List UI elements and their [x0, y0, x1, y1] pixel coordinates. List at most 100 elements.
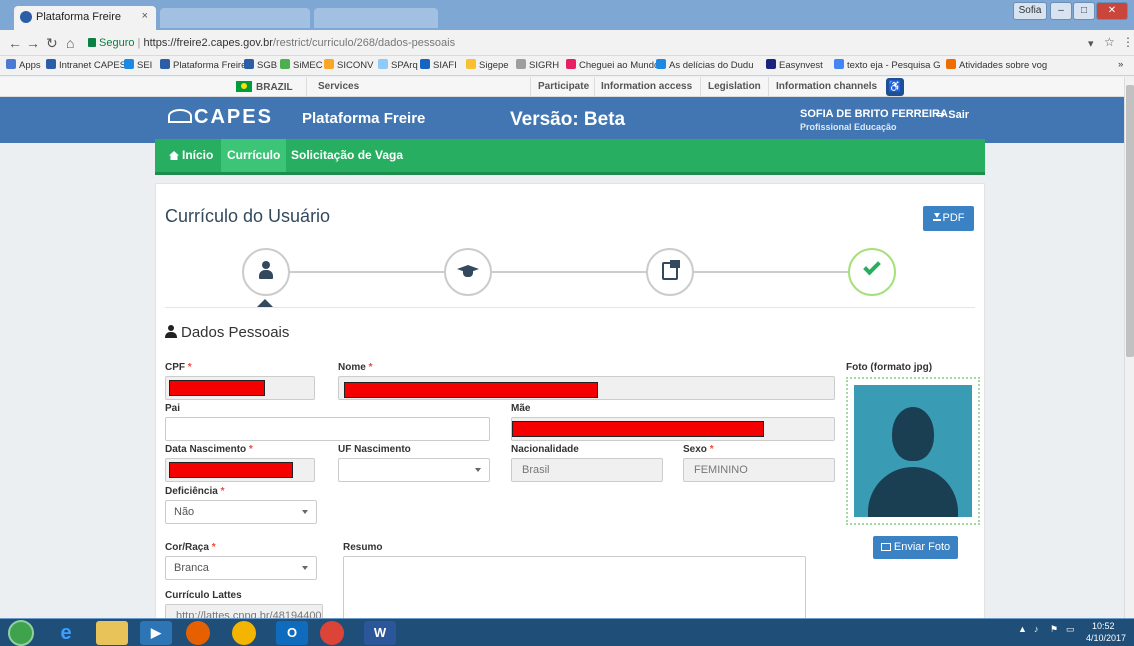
firefox-icon[interactable]	[186, 621, 210, 645]
bookmark-sigepe[interactable]: Sigepe	[466, 59, 509, 71]
bookmark-siafi[interactable]: SIAFI	[420, 59, 457, 71]
gov-legislation[interactable]: Legislation	[708, 81, 761, 92]
bookmark-star-icon[interactable]: ☆	[1104, 35, 1115, 49]
browser-tab-3[interactable]	[314, 8, 438, 28]
redaction-mark	[169, 380, 265, 396]
forward-icon[interactable]: →	[26, 35, 40, 51]
browser-tab-2[interactable]	[160, 8, 310, 28]
step-concluir[interactable]	[848, 248, 896, 296]
url-input[interactable]: Seguro | https://freire2.capes.gov.br/re…	[88, 33, 1078, 53]
nav-curriculo[interactable]: Currículo	[221, 139, 287, 172]
gov-participate[interactable]: Participate	[538, 81, 589, 92]
clock-date[interactable]: 4/10/2017	[1086, 633, 1126, 643]
bookmark-sigrh[interactable]: SIGRH	[516, 59, 559, 71]
bookmark-easynvest[interactable]: Easynvest	[766, 59, 823, 71]
scroll-thumb[interactable]	[1126, 85, 1134, 357]
step-connector	[492, 271, 648, 273]
avatar-silhouette-icon	[892, 407, 934, 461]
step-formacao[interactable]	[444, 248, 492, 296]
deficiencia-select[interactable]: Não	[165, 500, 317, 524]
minimize-icon[interactable]: –	[1050, 2, 1072, 20]
bookmark-texto-eja[interactable]: texto eja - Pesquisa G	[834, 59, 940, 71]
logout-button[interactable]: ⇨ Sair	[936, 108, 969, 121]
bookmark-sei[interactable]: SEI	[124, 59, 152, 71]
volume-icon[interactable]: ♪	[1034, 624, 1039, 634]
lattes-label: Currículo Lattes	[165, 590, 242, 601]
enviar-foto-button[interactable]: Enviar Foto	[873, 536, 958, 559]
gov-services[interactable]: Services	[318, 81, 359, 92]
sgb-bookmark-icon	[244, 59, 254, 69]
lock-icon	[88, 38, 96, 47]
google-bookmark-icon	[834, 59, 844, 69]
bookmark-atividades[interactable]: Atividades sobre vog	[946, 59, 1047, 71]
cheguei-bookmark-icon	[566, 59, 576, 69]
bookmark-cheguei[interactable]: Cheguei ao Mundo	[566, 59, 659, 71]
gov-information-channels[interactable]: Information channels	[776, 81, 877, 92]
chrome-active-icon[interactable]	[320, 621, 344, 645]
bookmark-simec[interactable]: SiMEC	[280, 59, 323, 71]
step-dados-pessoais[interactable]	[242, 248, 290, 296]
pai-label: Pai	[165, 403, 181, 414]
gov-information-access[interactable]: Information access	[601, 81, 692, 92]
capes-logo[interactable]: CAPES	[168, 106, 273, 129]
gov-country[interactable]: BRAZIL	[236, 81, 293, 93]
lattes-field[interactable]: http://lattes.cnpq.br/481944003	[165, 604, 323, 618]
home-icon[interactable]: ⌂	[66, 35, 74, 51]
step-experiencia[interactable]	[646, 248, 694, 296]
tab-close-icon[interactable]: ×	[142, 10, 148, 22]
window-close-icon[interactable]: ✕	[1096, 2, 1128, 20]
download-icon	[932, 213, 941, 221]
explorer-icon[interactable]	[96, 621, 128, 645]
chrome-icon[interactable]	[232, 621, 256, 645]
tab-title: Plataforma Freire	[36, 11, 121, 23]
nav-inicio[interactable]: Início	[163, 139, 219, 172]
network-icon[interactable]: ▭	[1066, 624, 1075, 635]
start-button-icon[interactable]	[8, 620, 34, 646]
pdf-button[interactable]: PDF	[923, 206, 974, 231]
clock-time[interactable]: 10:52	[1092, 621, 1115, 631]
more-bookmarks-icon[interactable]: »	[1118, 59, 1123, 70]
nav-solicitacao-vaga[interactable]: Solicitação de Vaga	[285, 139, 409, 172]
media-player-icon[interactable]: ▶	[140, 621, 172, 645]
reload-icon[interactable]: ↻	[46, 35, 58, 52]
cpf-label: CPF *	[165, 362, 192, 373]
divider	[165, 307, 975, 308]
extension-icon[interactable]: ▾	[1088, 37, 1094, 50]
maximize-icon[interactable]: □	[1073, 2, 1095, 20]
bookmark-dudu[interactable]: As delícias do Dudu	[656, 59, 754, 71]
taskbar: e ▶ O W ▲ ♪ ⚑ ▭ 10:52 4/10/2017	[0, 618, 1134, 646]
word-icon[interactable]: W	[364, 621, 396, 645]
sigrh-bookmark-icon	[516, 59, 526, 69]
browser-tab-active[interactable]: Plataforma Freire ×	[14, 6, 156, 30]
secure-label: Seguro	[99, 37, 135, 49]
bookmark-plataforma[interactable]: Plataforma Freire	[160, 59, 246, 71]
bookmark-apps[interactable]: Apps	[6, 59, 41, 71]
apps-grid-icon	[6, 59, 16, 69]
bookmark-intranet[interactable]: Intranet CAPES	[46, 59, 126, 71]
tray-arrow-icon[interactable]: ▲	[1018, 624, 1027, 634]
nacionalidade-label: Nacionalidade	[511, 444, 579, 455]
resumo-textarea[interactable]	[343, 556, 806, 618]
accessibility-icon[interactable]: ♿	[886, 78, 904, 96]
nacionalidade-field[interactable]: Brasil	[511, 458, 663, 482]
flag-icon[interactable]: ⚑	[1050, 624, 1058, 635]
chevron-down-icon	[302, 566, 308, 570]
bookmark-sgb[interactable]: SGB	[244, 59, 277, 71]
back-icon[interactable]: ←	[8, 35, 22, 51]
bookmark-sparq[interactable]: SPArq	[378, 59, 418, 71]
photo-label: Foto (formato jpg)	[846, 362, 933, 373]
sexo-field[interactable]: FEMININO	[683, 458, 835, 482]
siafi-bookmark-icon	[420, 59, 430, 69]
outlook-icon[interactable]: O	[276, 621, 308, 645]
ie-icon[interactable]: e	[50, 621, 82, 645]
menu-icon[interactable]: ⋮	[1122, 35, 1134, 49]
home-nav-icon	[169, 151, 179, 160]
cor-select[interactable]: Branca	[165, 556, 317, 580]
uf-select[interactable]	[338, 458, 490, 482]
page-scrollbar[interactable]	[1124, 77, 1134, 618]
deficiencia-label: Deficiência *	[165, 486, 225, 497]
plataforma-bookmark-icon	[160, 59, 170, 69]
pai-field[interactable]	[165, 417, 490, 441]
window-user-badge[interactable]: Sofia	[1013, 2, 1047, 20]
bookmark-siconv[interactable]: SICONV	[324, 59, 373, 71]
